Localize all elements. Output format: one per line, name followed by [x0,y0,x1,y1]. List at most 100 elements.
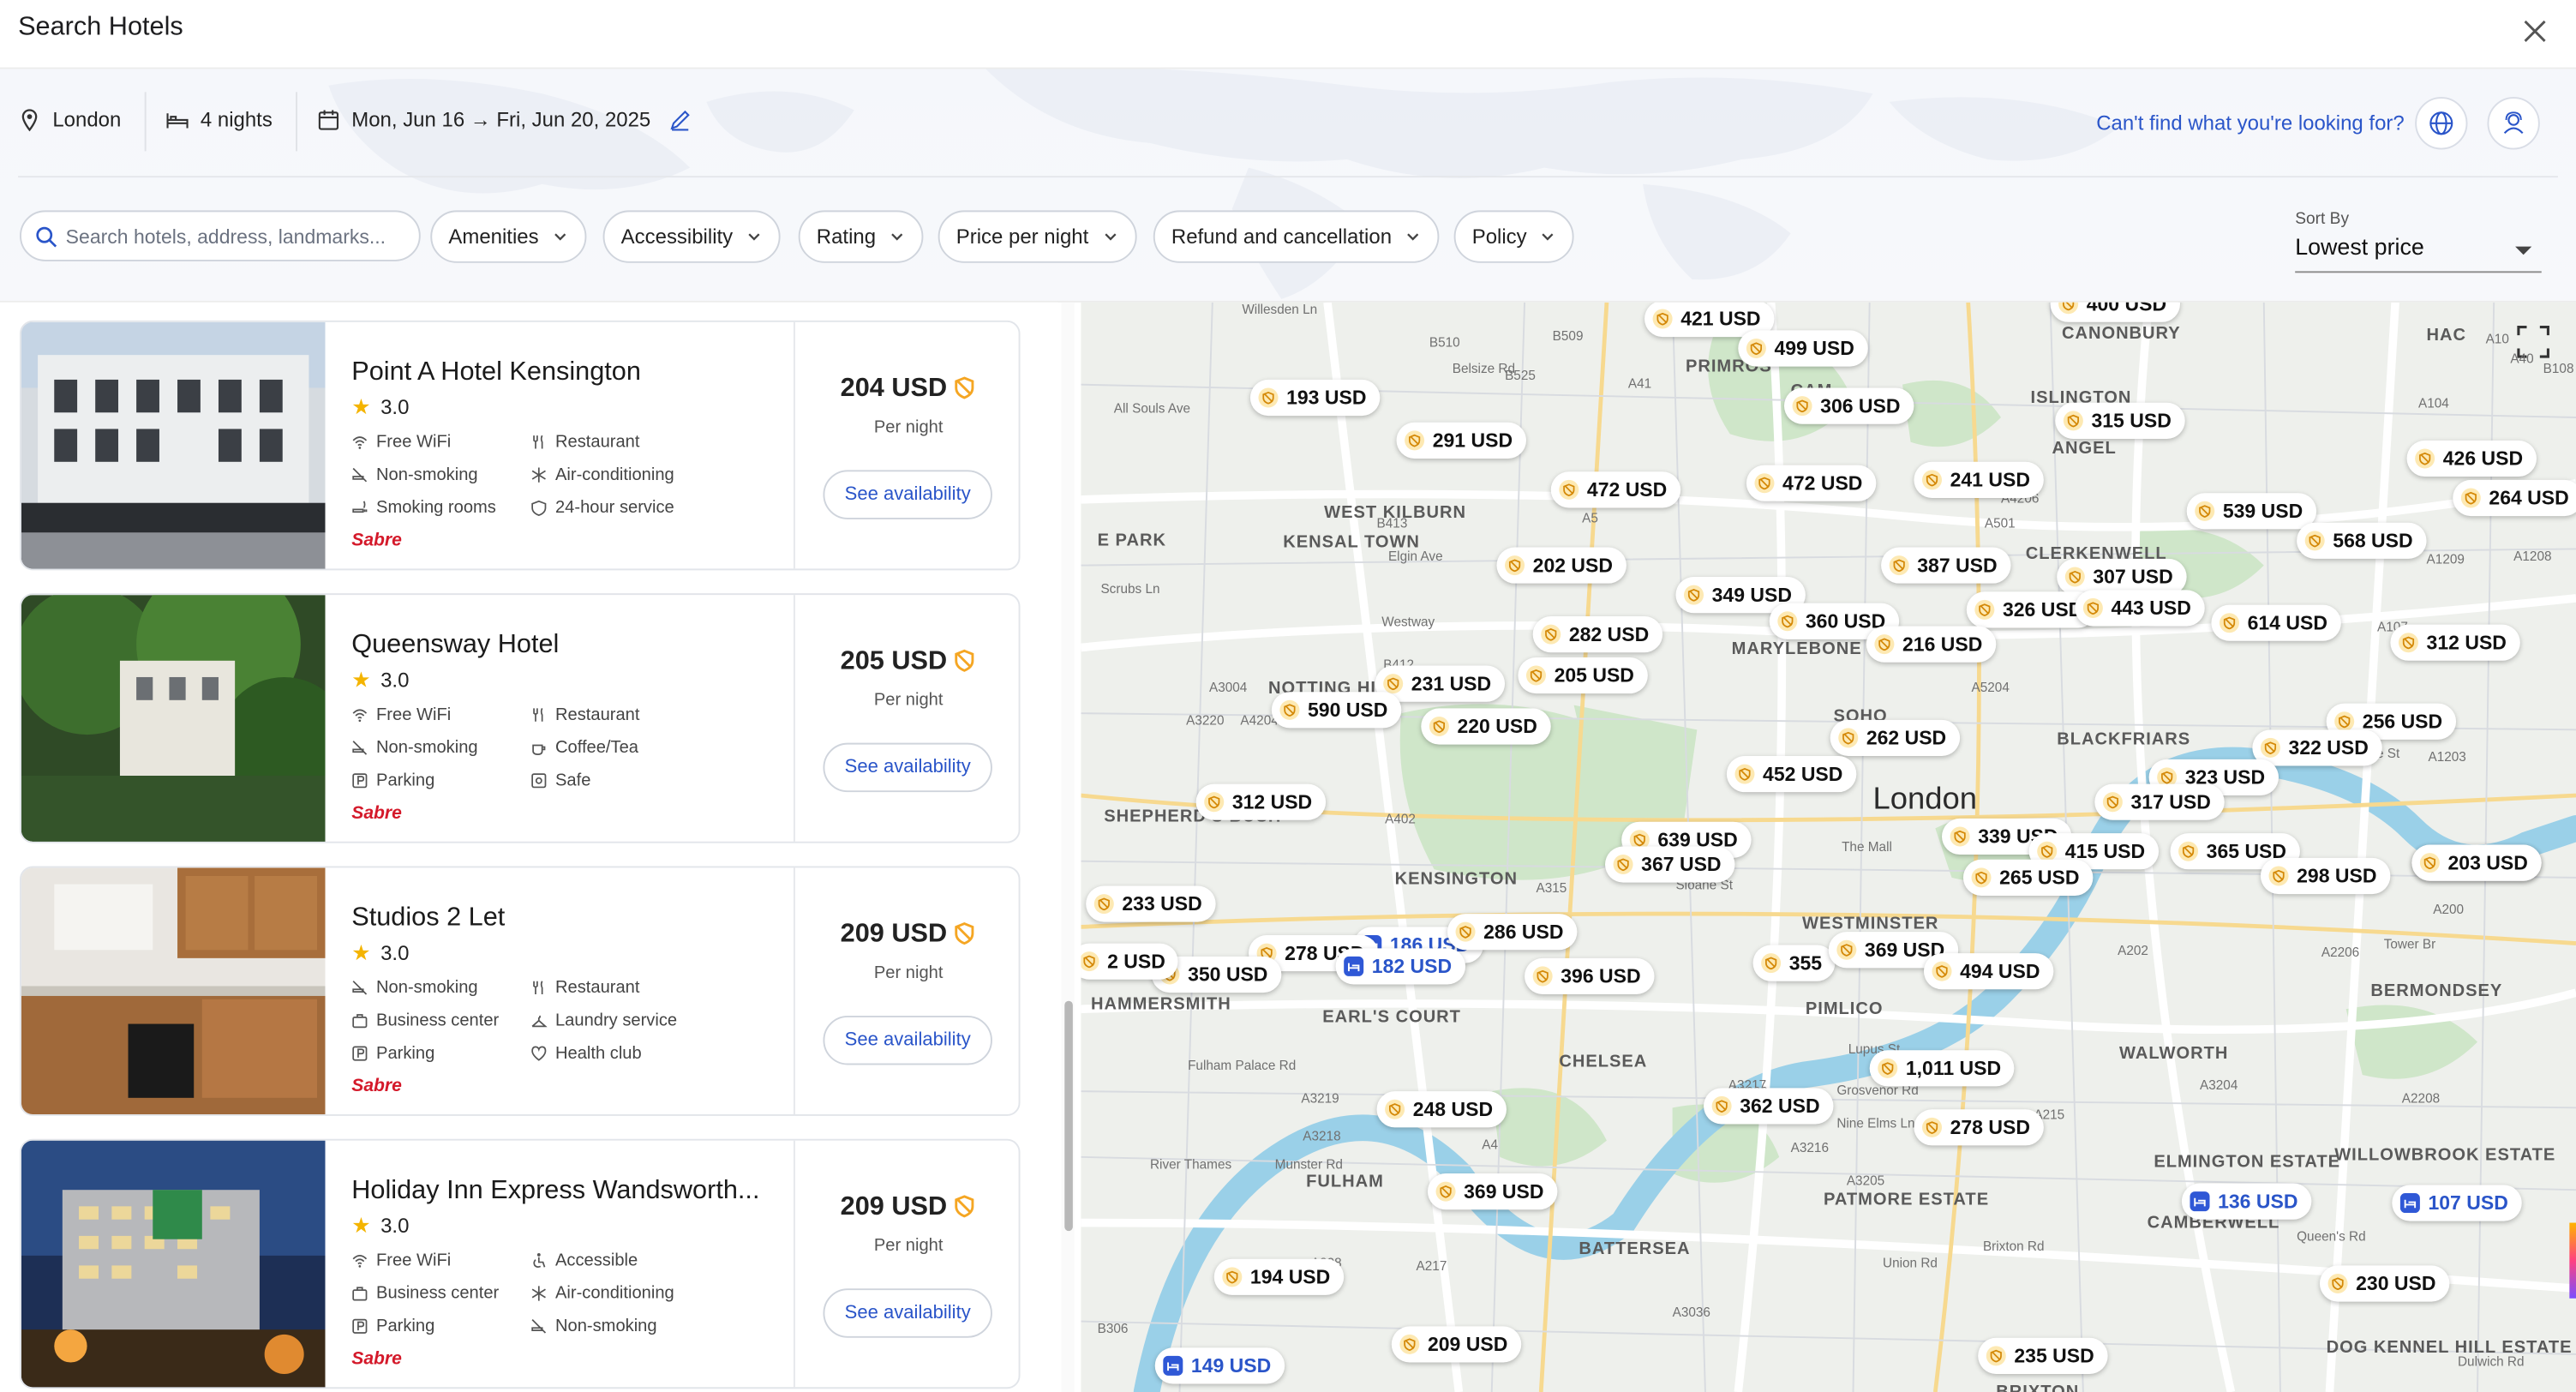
map-price-pin[interactable]: 315 USD [2055,402,2185,439]
see-availability-button[interactable]: See availability [823,470,992,519]
map-price-pin[interactable]: 322 USD [2252,729,2382,766]
see-availability-button[interactable]: See availability [823,742,992,793]
hotel-photo[interactable] [21,1140,326,1388]
hotel-photo[interactable] [21,321,326,569]
map-price-pin[interactable]: 426 USD [2406,440,2537,477]
map-price-pin[interactable]: 291 USD [1396,422,1526,459]
map-price-pin[interactable]: 241 USD [1914,461,2044,498]
map-price-pin[interactable]: 499 USD [1738,330,1868,367]
map-price-pin[interactable]: 590 USD [1271,692,1401,729]
pin-price: 182 USD [1371,955,1453,978]
filter-accessibility[interactable]: Accessibility [602,210,781,263]
map-price-pin[interactable]: 312 USD [2390,624,2520,661]
map-price-pin[interactable]: 312 USD [1195,783,1326,820]
map-price-pin[interactable]: 235 USD [1978,1337,2108,1374]
map-price-pin[interactable]: 182 USD [1335,948,1465,985]
hotel-photo[interactable] [21,595,326,842]
see-availability-button[interactable]: See availability [823,1288,992,1338]
close-icon[interactable] [2517,13,2553,49]
map-price-pin[interactable]: 202 USD [1496,547,1626,584]
location-field[interactable]: London [18,109,121,131]
filter-rating[interactable]: Rating [798,210,924,263]
map-price-pin[interactable]: 539 USD [2186,493,2316,530]
filter-refund-cancellation[interactable]: Refund and cancellation [1153,210,1440,263]
map-price-pin[interactable]: 400 USD [2050,302,2180,322]
map-price-pin[interactable]: 614 USD [2211,604,2341,641]
map-street-label: Elgin Ave [1387,549,1443,564]
map-price-pin[interactable]: 387 USD [1881,547,2010,584]
dates-field[interactable]: Mon, Jun 16 → Fri, Jun 20, 2025 [317,109,692,132]
map-price-pin[interactable]: 194 USD [1213,1258,1344,1295]
filter-policy[interactable]: Policy [1453,210,1575,263]
map-price-pin[interactable]: 472 USD [1746,465,1876,501]
hotel-card[interactable]: Point A Hotel Kensington ★ 3.0 Free WiFi Res… [20,320,1021,571]
hotel-name[interactable]: Point A Hotel Kensington [351,358,778,388]
safe-icon [531,773,547,789]
map-price-pin[interactable]: 2 USD [1081,943,1179,980]
profile-button[interactable] [2487,97,2540,150]
hotel-name[interactable]: Holiday Inn Express Wandsworth... [351,1177,778,1207]
map-price-pin[interactable]: 233 USD [1086,885,1216,922]
map-price-pin[interactable]: 136 USD [2181,1183,2311,1220]
map-price-pin[interactable]: 494 USD [1923,953,2053,990]
map-price-pin[interactable]: 209 USD [1391,1326,1521,1363]
hotel-card[interactable]: Holiday Inn Express Wandsworth... ★ 3.0 Fre… [20,1138,1021,1389]
map-price-pin[interactable]: 317 USD [2094,783,2225,820]
map-price-pin[interactable]: 568 USD [2297,522,2426,559]
nights-field[interactable]: 4 nights [166,109,273,131]
hotel-name[interactable]: Studios 2 Let [351,904,778,934]
map-price-pin[interactable]: 107 USD [2392,1185,2522,1221]
map-price-pin[interactable]: 278 USD [1914,1109,2044,1146]
hotel-name[interactable]: Queensway Hotel [351,631,778,661]
pin-price: 235 USD [2014,1344,2094,1368]
language-button[interactable] [2415,97,2468,150]
map-price-pin[interactable]: 193 USD [1249,379,1380,417]
map-price-pin[interactable]: 216 USD [1866,626,1996,663]
scroll-thumb[interactable] [1064,1000,1073,1232]
map-price-pin[interactable]: 452 USD [1726,756,1856,793]
map-price-pin[interactable]: 264 USD [2453,479,2576,517]
price-value: 205 USD [840,647,948,676]
cant-find-link[interactable]: Can't find what you're looking for? [2096,111,2405,135]
map-price-pin[interactable]: 262 USD [1830,719,1960,757]
map-price-pin[interactable]: 472 USD [1550,471,1680,508]
map-price-pin[interactable]: 367 USD [1605,846,1734,883]
hotel-map[interactable]: DALSTONHACCANONBURYISLINGTONANGELPRIMROS… [1081,302,2576,1392]
map-price-pin[interactable]: 396 USD [1525,957,1654,995]
map-price-pin[interactable]: 369 USD [1427,1173,1557,1210]
map-price-pin[interactable]: 282 USD [1532,616,1662,653]
search-header: London 4 nights Mon, Jun 16 → Fri, Jun 2… [0,69,2576,303]
map-price-pin[interactable]: 265 USD [1962,859,2093,896]
map-price-pin[interactable]: 286 USD [1447,914,1577,951]
map-price-pin[interactable]: 306 USD [1783,387,1914,424]
hotel-photo[interactable] [21,867,326,1114]
filter-amenities[interactable]: Amenities [430,210,587,263]
search-input[interactable] [65,224,403,248]
map-price-pin[interactable]: 248 USD [1376,1091,1507,1128]
hotel-card[interactable]: Queensway Hotel ★ 3.0 Free WiFi Restaurant No… [20,593,1021,843]
price: 209 USD [795,1193,1019,1223]
map-price-pin[interactable]: 355 [1752,945,1836,981]
map-price-pin[interactable]: 205 USD [1518,657,1648,694]
pin-price: 278 USD [1950,1115,2030,1139]
list-scrollbar[interactable] [1061,302,1075,1392]
map-price-pin[interactable]: 1,011 USD [1869,1050,2015,1087]
sort-select[interactable]: Lowest price [2295,233,2542,273]
map-price-pin[interactable]: 220 USD [1421,708,1551,745]
window-title: Search Hotels [18,13,183,41]
map-price-pin[interactable]: 203 USD [2411,844,2542,881]
see-availability-button[interactable]: See availability [823,1015,992,1065]
map-price-pin[interactable]: 298 USD [2260,857,2390,895]
map-price-pin[interactable]: 362 USD [1704,1088,1833,1125]
map-street-label: B413 [1376,516,1408,531]
hotel-card[interactable]: Studios 2 Let ★ 3.0 Non-smoking Restaurant Bu… [20,866,1021,1116]
edit-pencil-icon[interactable] [668,109,692,132]
filter-price-per-night[interactable]: Price per night [938,210,1136,263]
map-price-pin[interactable]: 149 USD [1154,1347,1285,1384]
amenity: Coffee/Tea [530,738,638,758]
map-street-label: A3220 [1186,713,1225,729]
hotel-search[interactable] [20,210,421,261]
map-price-pin[interactable]: 443 USD [2075,590,2205,627]
map-price-pin[interactable]: 230 USD [2319,1265,2449,1302]
divider [793,595,795,842]
